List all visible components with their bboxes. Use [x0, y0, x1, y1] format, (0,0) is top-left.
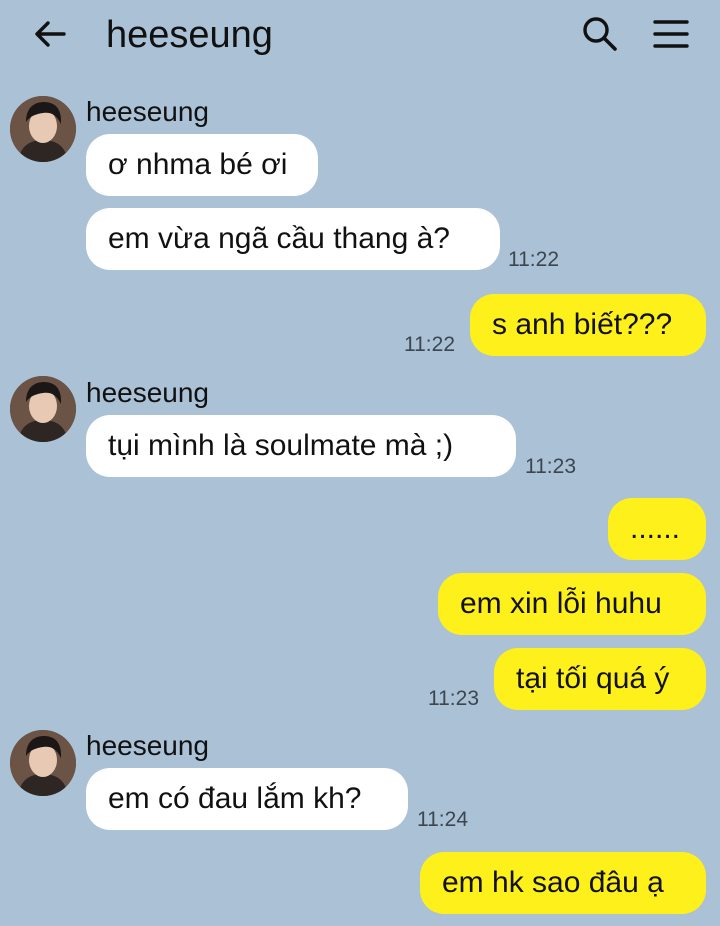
message-text: em có đau lắm kh?: [108, 782, 362, 815]
message-bubble[interactable]: em xin lỗi huhu: [438, 573, 706, 635]
message-time: 11:24: [417, 808, 468, 831]
message-text: em xin lỗi huhu: [460, 587, 662, 620]
profile-photo-icon: [10, 730, 76, 796]
search-icon: [583, 17, 617, 51]
back-button[interactable]: [30, 14, 70, 54]
message-text: s anh biết???: [492, 308, 673, 341]
message-time: 11:23: [428, 687, 479, 710]
message-text: em vừa ngã cầu thang à?: [108, 222, 450, 255]
chat-title: heeseung: [106, 14, 273, 56]
message-bubble[interactable]: tụi mình là soulmate mà ;): [86, 415, 516, 477]
message-text: ......: [630, 512, 681, 545]
sender-name: heeseung: [86, 730, 210, 761]
avatar[interactable]: [10, 96, 76, 162]
message-bubble[interactable]: em vừa ngã cầu thang à?: [86, 208, 500, 270]
message-bubble[interactable]: em có đau lắm kh?: [86, 768, 408, 830]
sender-name: heeseung: [86, 96, 210, 127]
message-time: 11:22: [508, 248, 559, 271]
profile-photo-icon: [10, 376, 76, 442]
profile-photo-icon: [10, 96, 76, 162]
message-bubble[interactable]: ......: [608, 498, 706, 560]
hamburger-menu-icon: [653, 20, 689, 48]
search-button[interactable]: [580, 14, 620, 54]
avatar[interactable]: [10, 376, 76, 442]
chat-header: heeseung: [0, 0, 720, 72]
message-text: em hk sao đâu ạ: [442, 866, 664, 899]
message-text: ơ nhma bé ơi: [108, 148, 288, 181]
message-text: tụi mình là soulmate mà ;): [108, 429, 454, 462]
sender-name: heeseung: [86, 377, 210, 408]
avatar[interactable]: [10, 730, 76, 796]
message-bubble[interactable]: em hk sao đâu ạ: [420, 852, 706, 914]
message-time: 11:22: [404, 333, 455, 356]
message-bubble[interactable]: tại tối quá ý: [494, 648, 706, 710]
arrow-left-icon: [35, 21, 66, 47]
message-time: 11:23: [525, 455, 576, 478]
menu-button[interactable]: [650, 14, 692, 54]
message-bubble[interactable]: ơ nhma bé ơi: [86, 134, 318, 196]
message-bubble[interactable]: s anh biết???: [470, 294, 706, 356]
message-text: tại tối quá ý: [516, 662, 670, 695]
